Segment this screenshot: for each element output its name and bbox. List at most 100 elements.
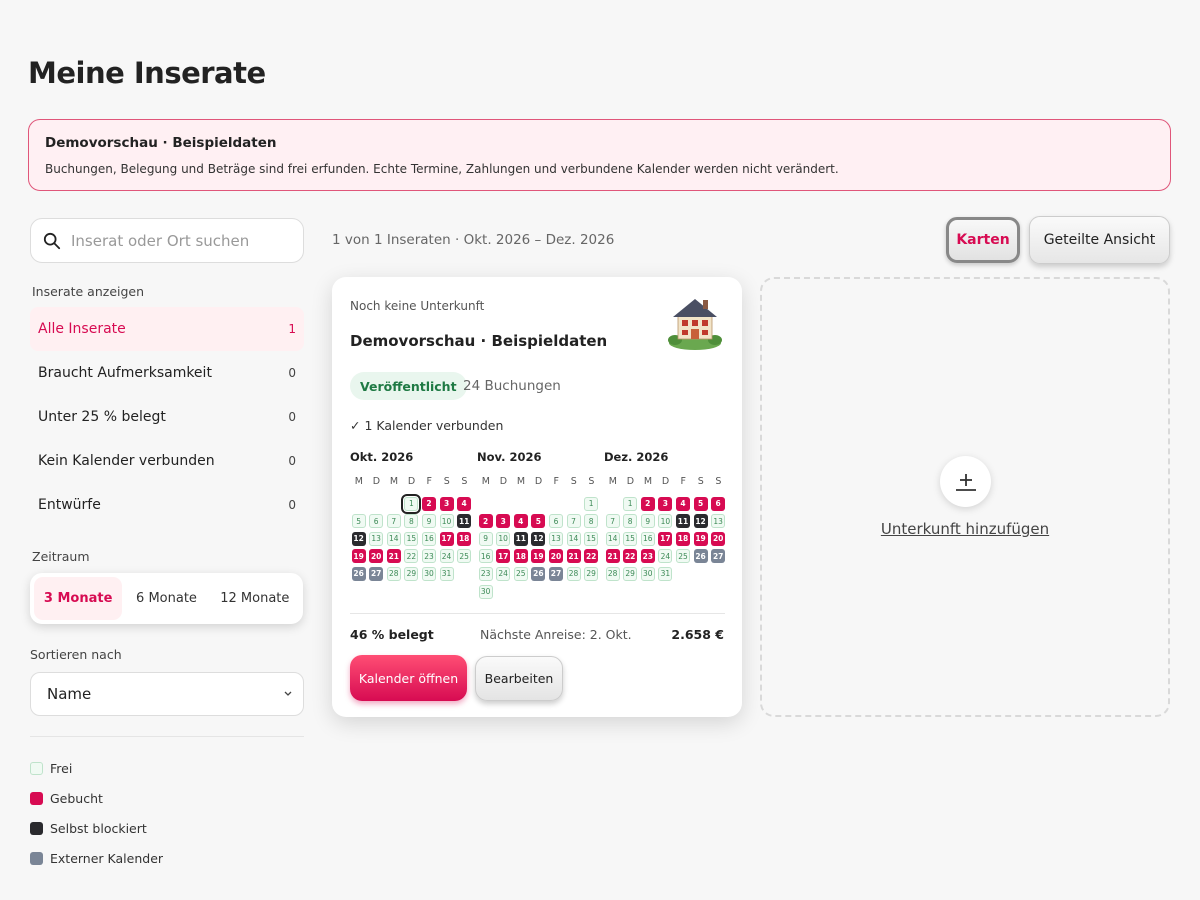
view-cards-button[interactable]: Karten [946,217,1020,263]
calendar-day-external[interactable]: 27 [711,549,726,564]
calendar-day-free[interactable]: 13 [369,531,384,546]
calendar-day-free[interactable]: 14 [386,531,401,546]
calendar-day-booked[interactable]: 20 [548,549,563,564]
calendar-day-free[interactable]: 1 [401,493,422,514]
calendar-day-blocked[interactable]: 12 [351,531,366,546]
calendar-day-free[interactable]: 25 [457,549,472,564]
calendar-day-free[interactable]: 8 [584,514,599,529]
filter-drafts[interactable]: Entwürfe 0 [30,483,304,527]
calendar-day-booked[interactable]: 18 [457,531,472,546]
calendar-day-free[interactable]: 28 [386,566,401,581]
calendar-day-booked[interactable]: 23 [640,549,655,564]
calendar-day-external[interactable]: 26 [693,549,708,564]
add-listing-card[interactable]: Unterkunft hinzufügen [760,277,1170,717]
calendar-day-free[interactable]: 7 [605,514,620,529]
calendar-day-free[interactable]: 23 [421,549,436,564]
calendar-day-free[interactable]: 24 [496,566,511,581]
edit-button[interactable]: Bearbeiten [475,656,563,701]
range-option-6[interactable]: 6 Monate [122,577,210,620]
calendar-day-external[interactable]: 27 [548,566,563,581]
range-option-3[interactable]: 3 Monate [34,577,123,620]
calendar-day-blocked[interactable]: 11 [513,531,528,546]
calendar-day-free[interactable]: 15 [404,531,419,546]
calendar-day-free[interactable]: 10 [496,531,511,546]
calendar-day-free[interactable]: 16 [421,531,436,546]
calendar-day-free[interactable]: 22 [404,549,419,564]
calendar-day-free[interactable]: 7 [386,514,401,529]
view-split-button[interactable]: Geteilte Ansicht [1029,216,1170,264]
calendar-day-booked[interactable]: 3 [439,496,454,511]
calendar-day-free[interactable]: 28 [605,566,620,581]
calendar-day-free[interactable]: 6 [369,514,384,529]
calendar-day-booked[interactable]: 17 [496,549,511,564]
calendar-day-free[interactable]: 28 [566,566,581,581]
filter-needs-attention[interactable]: Braucht Aufmerksamkeit 0 [30,351,304,395]
calendar-day-free[interactable]: 10 [658,514,673,529]
calendar-day-booked[interactable]: 4 [457,496,472,511]
calendar-day-free[interactable]: 24 [439,549,454,564]
calendar-day-booked[interactable]: 22 [623,549,638,564]
calendar-day-booked[interactable]: 17 [439,531,454,546]
calendar-day-free[interactable]: 29 [623,566,638,581]
calendar-day-booked[interactable]: 22 [584,549,599,564]
plus-icon[interactable] [940,456,991,507]
calendar-day-booked[interactable]: 19 [351,549,366,564]
calendar-day-free[interactable]: 14 [566,531,581,546]
calendar-day-booked[interactable]: 4 [675,496,690,511]
calendar-day-booked[interactable]: 21 [605,549,620,564]
calendar-day-free[interactable]: 6 [548,514,563,529]
calendar-day-booked[interactable]: 19 [693,531,708,546]
calendar-day-free[interactable]: 8 [623,514,638,529]
calendar-day-free[interactable]: 23 [478,566,493,581]
filter-low-occupancy[interactable]: Unter 25 % belegt 0 [30,395,304,439]
calendar-day-booked[interactable]: 3 [496,514,511,529]
calendar-day-booked[interactable]: 6 [711,496,726,511]
calendar-day-free[interactable]: 30 [421,566,436,581]
calendar-day-free[interactable]: 14 [605,531,620,546]
calendar-day-free[interactable]: 31 [658,566,673,581]
calendar-day-booked[interactable]: 5 [531,514,546,529]
calendar-day-free[interactable]: 10 [439,514,454,529]
calendar-day-booked[interactable]: 20 [711,531,726,546]
open-calendar-button[interactable]: Kalender öffnen [350,655,467,701]
sort-select[interactable]: Name [30,672,304,716]
calendar-day-free[interactable]: 30 [478,584,493,599]
calendar-day-free[interactable]: 1 [584,496,599,511]
calendar-day-booked[interactable]: 19 [531,549,546,564]
calendar-day-booked[interactable]: 4 [513,514,528,529]
calendar-day-free[interactable]: 25 [513,566,528,581]
calendar-day-blocked[interactable]: 12 [693,514,708,529]
calendar-day-free[interactable]: 7 [566,514,581,529]
calendar-day-external[interactable]: 27 [369,566,384,581]
calendar-day-free[interactable]: 5 [351,514,366,529]
calendar-day-booked[interactable]: 17 [658,531,673,546]
calendar-day-free[interactable]: 29 [404,566,419,581]
calendar-day-free[interactable]: 16 [640,531,655,546]
range-option-12[interactable]: 12 Monate [211,577,299,620]
calendar-day-booked[interactable]: 2 [640,496,655,511]
add-listing-link[interactable]: Unterkunft hinzufügen [762,520,1168,538]
calendar-day-free[interactable]: 30 [640,566,655,581]
calendar-day-free[interactable]: 25 [675,549,690,564]
search-box[interactable] [30,218,304,263]
calendar-day-free[interactable]: 15 [623,531,638,546]
calendar-day-booked[interactable]: 20 [369,549,384,564]
calendar-day-free[interactable]: 9 [421,514,436,529]
calendar-day-blocked[interactable]: 11 [675,514,690,529]
calendar-day-booked[interactable]: 2 [421,496,436,511]
filter-all[interactable]: Alle Inserate 1 [30,307,304,351]
calendar-day-free[interactable]: 24 [658,549,673,564]
calendar-day-booked[interactable]: 2 [478,514,493,529]
search-input[interactable] [71,231,291,250]
calendar-day-free[interactable]: 13 [711,514,726,529]
calendar-day-booked[interactable]: 21 [386,549,401,564]
calendar-day-external[interactable]: 26 [351,566,366,581]
calendar-day-free[interactable]: 15 [584,531,599,546]
calendar-day-free[interactable]: 1 [623,496,638,511]
calendar-day-external[interactable]: 26 [531,566,546,581]
calendar-day-blocked[interactable]: 12 [531,531,546,546]
calendar-day-booked[interactable]: 21 [566,549,581,564]
calendar-day-booked[interactable]: 18 [675,531,690,546]
filter-no-calendar[interactable]: Kein Kalender verbunden 0 [30,439,304,483]
calendar-day-free[interactable]: 8 [404,514,419,529]
